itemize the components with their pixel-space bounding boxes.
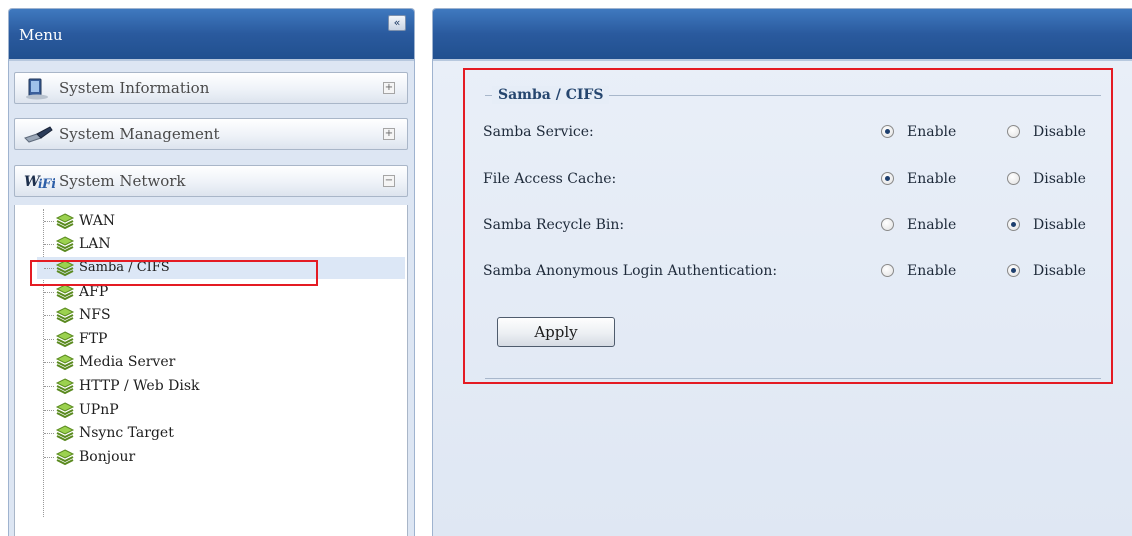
section-label: System Information <box>59 79 210 97</box>
menu-item-bonjour[interactable]: Bonjour <box>37 446 405 468</box>
menu-item-afp[interactable]: AFP <box>37 281 405 303</box>
samba-recycle-bin-enable-radio[interactable] <box>881 218 894 231</box>
file-access-cache-enable-radio[interactable] <box>881 172 894 185</box>
samba-service-enable-radio[interactable] <box>881 125 894 138</box>
menu-item-label: Bonjour <box>79 449 136 465</box>
layers-icon <box>55 424 75 442</box>
section-system-information[interactable]: System Information + <box>14 72 408 104</box>
samba-service-disable-radio[interactable] <box>1007 125 1020 138</box>
layers-icon <box>55 401 75 419</box>
anonymous-login-auth-enable-label[interactable]: Enable <box>907 263 956 279</box>
anonymous-login-auth-label: Samba Anonymous Login Authentication: <box>483 263 778 279</box>
samba-recycle-bin-enable-label[interactable]: Enable <box>907 217 956 233</box>
section-label: System Network <box>59 172 186 190</box>
anonymous-login-auth-disable-radio[interactable] <box>1007 264 1020 277</box>
samba-recycle-bin-disable-label[interactable]: Disable <box>1033 217 1086 233</box>
collapse-menu-button[interactable]: « <box>388 15 406 31</box>
samba-recycle-bin-disable-radio[interactable] <box>1007 218 1020 231</box>
anonymous-login-auth-enable-radio[interactable] <box>881 264 894 277</box>
tree-tick <box>44 433 54 434</box>
section-system-management[interactable]: System Management + <box>14 118 408 150</box>
menu-item-http-web-disk[interactable]: HTTP / Web Disk <box>37 375 405 397</box>
expand-icon[interactable]: + <box>383 82 395 94</box>
menu-header: Menu « <box>9 9 414 61</box>
menu-title: Menu <box>19 26 63 44</box>
tree-tick <box>44 292 54 293</box>
menu-item-label: UPnP <box>79 402 119 418</box>
tree-tick <box>44 386 54 387</box>
file-access-cache-enable-label[interactable]: Enable <box>907 171 956 187</box>
section-system-network[interactable]: W i Fi System Network − <box>14 165 408 197</box>
menu-item-media-server[interactable]: Media Server <box>37 351 405 373</box>
menu-item-lan[interactable]: LAN <box>37 233 405 255</box>
layers-icon <box>55 212 75 230</box>
file-access-cache-label: File Access Cache: <box>483 171 617 187</box>
layers-icon <box>55 306 75 324</box>
section-label: System Management <box>59 125 220 143</box>
menu-item-label: HTTP / Web Disk <box>79 378 200 394</box>
tree-tick <box>44 244 54 245</box>
network-submenu: WAN LAN Samba / CIFS AFP NFS FTP Media S… <box>14 205 408 536</box>
layers-icon <box>55 377 75 395</box>
menu-panel: Menu « System Information + System Manag… <box>8 8 415 536</box>
menu-item-samba-cifs[interactable]: Samba / CIFS <box>37 257 405 279</box>
fieldset-legend: Samba / CIFS <box>492 86 610 104</box>
samba-service-disable-label[interactable]: Disable <box>1033 124 1086 140</box>
menu-item-label: FTP <box>79 331 108 347</box>
tree-tick <box>44 457 54 458</box>
layers-icon <box>55 259 75 277</box>
content-header <box>433 9 1132 61</box>
collapse-icon[interactable]: − <box>383 175 395 187</box>
layers-icon <box>55 330 75 348</box>
menu-item-label: Samba / CIFS <box>79 260 170 275</box>
samba-service-enable-label[interactable]: Enable <box>907 124 956 140</box>
svg-text:Fi: Fi <box>41 177 55 192</box>
apply-button[interactable]: Apply <box>497 317 615 347</box>
expand-icon[interactable]: + <box>383 128 395 140</box>
menu-item-label: WAN <box>79 213 116 229</box>
layers-icon <box>55 235 75 253</box>
file-access-cache-disable-label[interactable]: Disable <box>1033 171 1086 187</box>
menu-item-nsync-target[interactable]: Nsync Target <box>37 422 405 444</box>
tree-tick <box>44 410 54 411</box>
layers-icon <box>55 283 75 301</box>
tree-tick <box>44 339 54 340</box>
tree-tick <box>44 268 54 269</box>
layers-icon <box>55 448 75 466</box>
menu-item-label: LAN <box>79 236 111 252</box>
menu-item-ftp[interactable]: FTP <box>37 328 405 350</box>
computer-icon <box>23 78 55 100</box>
tree-tick <box>44 362 54 363</box>
menu-item-nfs[interactable]: NFS <box>37 304 405 326</box>
layers-icon <box>55 353 75 371</box>
menu-item-wan[interactable]: WAN <box>37 210 405 232</box>
samba-recycle-bin-label: Samba Recycle Bin: <box>483 217 625 233</box>
menu-item-label: NFS <box>79 307 111 323</box>
samba-service-label: Samba Service: <box>483 124 594 140</box>
menu-item-label: AFP <box>79 284 109 300</box>
tools-icon <box>23 124 55 144</box>
tree-tick <box>44 315 54 316</box>
wifi-icon: W i Fi <box>23 171 56 192</box>
menu-item-upnp[interactable]: UPnP <box>37 399 405 421</box>
menu-item-label: Nsync Target <box>79 425 174 441</box>
file-access-cache-disable-radio[interactable] <box>1007 172 1020 185</box>
tree-tick <box>44 221 54 222</box>
menu-item-label: Media Server <box>79 354 176 370</box>
anonymous-login-auth-disable-label[interactable]: Disable <box>1033 263 1086 279</box>
